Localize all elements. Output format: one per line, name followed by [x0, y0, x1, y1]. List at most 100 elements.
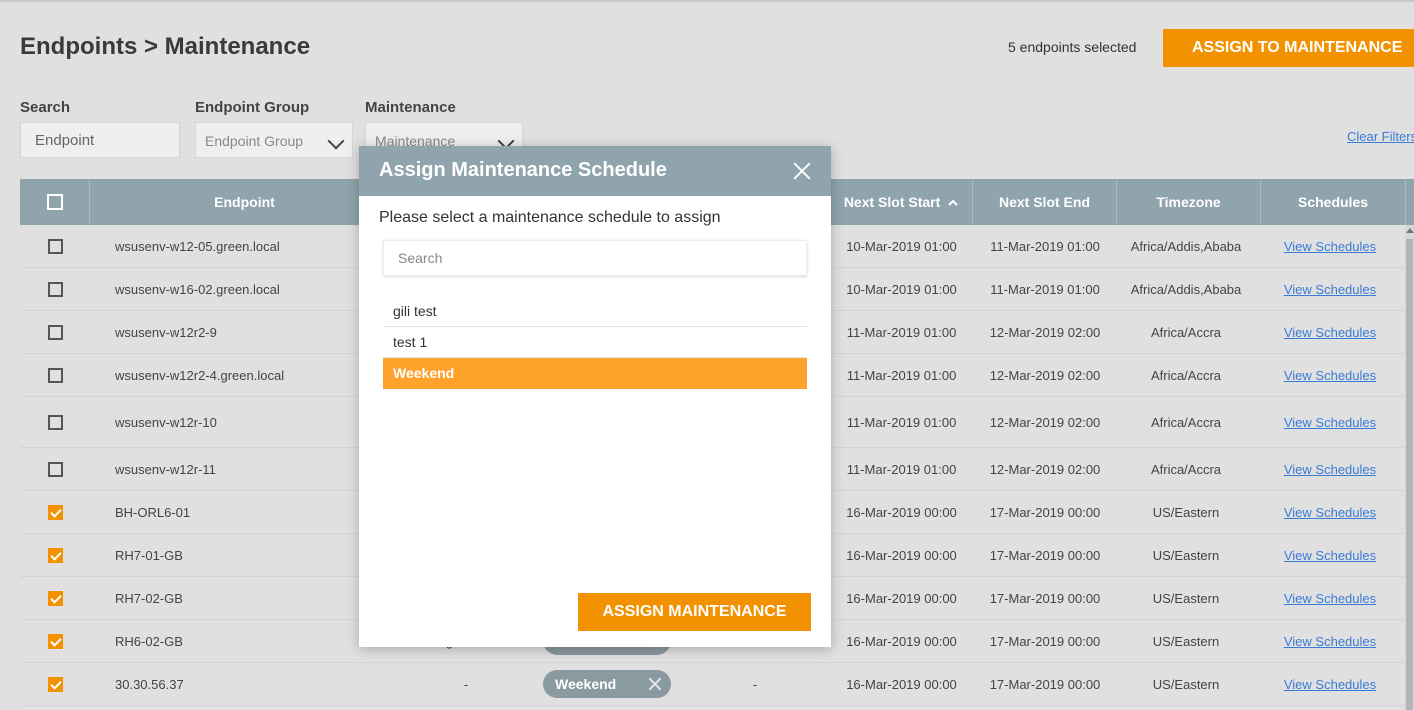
row-checkbox[interactable] [48, 239, 63, 254]
endpoint-group-select-value: Endpoint Group [205, 133, 304, 149]
schedule-list-item[interactable]: gili test [383, 296, 807, 327]
column-header-next-slot-start-label: Next Slot Start [843, 194, 941, 210]
view-schedules-link[interactable]: View Schedules [1284, 591, 1376, 606]
view-schedules-link[interactable]: View Schedules [1284, 677, 1376, 692]
row-checkbox[interactable] [48, 415, 63, 430]
endpoint-name: wsusenv-w16-02.green.local [115, 281, 280, 297]
schedule-list: gili test test 1 Weekend [383, 296, 807, 389]
endpoint-name: RH7-01-GB [115, 547, 183, 563]
next-slot-end: 17-Mar-2019 00:00 [989, 504, 1101, 520]
endpoint-name: wsusenv-w12-05.green.local [115, 238, 280, 254]
view-schedules-link[interactable]: View Schedules [1284, 505, 1376, 520]
row-checkbox[interactable] [48, 634, 63, 649]
clear-filters-link[interactable]: Clear Filters [1347, 129, 1414, 144]
view-schedules-link[interactable]: View Schedules [1284, 239, 1376, 254]
scroll-up-arrow-icon[interactable] [1406, 228, 1414, 233]
timezone: US/Eastern [1152, 590, 1220, 606]
close-icon[interactable] [791, 160, 813, 182]
next-slot-start: 11-Mar-2019 01:00 [846, 324, 957, 340]
next-slot-start: 11-Mar-2019 01:00 [846, 461, 957, 477]
next-slot-start: 16-Mar-2019 00:00 [846, 633, 957, 649]
endpoint-name: 30.30.56.37 [115, 676, 184, 692]
row-checkbox[interactable] [48, 677, 63, 692]
maintenance-tag-label: Weekend [555, 676, 617, 692]
page-title: Endpoints > Maintenance [20, 33, 311, 60]
next-slot-end: 17-Mar-2019 00:00 [989, 547, 1101, 563]
column-header-timezone[interactable]: Timezone [1117, 179, 1261, 225]
row-checkbox[interactable] [48, 548, 63, 563]
next-slot-start: 16-Mar-2019 00:00 [846, 676, 957, 692]
header-checkbox-cell [20, 179, 90, 225]
next-slot-end: 11-Mar-2019 01:00 [990, 238, 1100, 254]
view-schedules-link[interactable]: View Schedules [1284, 325, 1376, 340]
endpoint-group-filter-label: Endpoint Group [195, 99, 310, 116]
next-slot-start: 11-Mar-2019 01:00 [846, 367, 957, 383]
endpoint-name: BH-ORL6-01 [115, 504, 191, 520]
schedule-list-item[interactable]: Weekend [383, 358, 807, 389]
row-checkbox[interactable] [48, 462, 63, 477]
assign-maintenance-button[interactable]: ASSIGN MAINTENANCE [578, 593, 811, 631]
row-checkbox[interactable] [48, 325, 63, 340]
view-schedules-link[interactable]: View Schedules [1284, 368, 1376, 383]
remove-tag-icon[interactable] [647, 676, 663, 692]
chevron-up-icon [948, 199, 958, 206]
next-slot-start: 10-Mar-2019 01:00 [846, 281, 957, 297]
view-schedules-link[interactable]: View Schedules [1284, 462, 1376, 477]
next-slot-end: 12-Mar-2019 02:00 [989, 461, 1101, 477]
column-header-next-slot-start[interactable]: Next Slot Start [830, 179, 973, 225]
endpoint-name: RH6-02-GB [115, 633, 183, 649]
view-schedules-link[interactable]: View Schedules [1284, 282, 1376, 297]
search-filter-label: Search [20, 99, 71, 116]
next-slot-end: 12-Mar-2019 02:00 [989, 367, 1101, 383]
maintenance-extra-value: - [752, 676, 758, 692]
next-slot-start: 16-Mar-2019 00:00 [846, 590, 957, 606]
column-header-endpoint[interactable]: Endpoint [90, 179, 400, 225]
assign-to-maintenance-button[interactable]: ASSIGN TO MAINTENANCE [1163, 29, 1414, 67]
timezone: Africa/Accra [1150, 324, 1222, 340]
maintenance-tag: Weekend [543, 670, 671, 698]
table-scrollbar[interactable] [1405, 225, 1414, 710]
next-slot-end: 12-Mar-2019 02:00 [989, 324, 1101, 340]
assign-maintenance-dialog: Assign Maintenance Schedule Please selec… [359, 146, 831, 647]
endpoint-search-value: Endpoint [35, 132, 95, 149]
selected-count-label: 5 endpoints selected [1008, 39, 1137, 55]
endpoint-name: wsusenv-w12r2-9 [115, 324, 217, 340]
schedule-search-input[interactable] [383, 240, 807, 276]
next-slot-start: 10-Mar-2019 01:00 [846, 238, 957, 254]
next-slot-end: 12-Mar-2019 02:00 [989, 414, 1101, 430]
timezone: Africa/Accra [1150, 461, 1222, 477]
view-schedules-link[interactable]: View Schedules [1284, 415, 1376, 430]
dialog-prompt: Please select a maintenance schedule to … [379, 209, 721, 226]
timezone: US/Eastern [1152, 633, 1220, 649]
column-header-schedules[interactable]: Schedules [1261, 179, 1406, 225]
next-slot-start: 16-Mar-2019 00:00 [846, 504, 957, 520]
table-row[interactable]: 30.30.56.37 - Weekend - 16-Mar-2019 00:00 17-… [20, 663, 1405, 706]
endpoint-name: wsusenv-w12r2-4.green.local [115, 367, 285, 383]
timezone: Africa/Addis,Ababa [1130, 238, 1242, 254]
next-slot-end: 11-Mar-2019 01:00 [990, 281, 1100, 297]
timezone: US/Eastern [1152, 676, 1220, 692]
endpoint-search-input[interactable]: Endpoint [20, 122, 180, 158]
top-border [0, 0, 1414, 2]
row-checkbox[interactable] [48, 282, 63, 297]
schedule-list-item[interactable]: test 1 [383, 327, 807, 358]
dialog-header: Assign Maintenance Schedule [359, 146, 831, 196]
timezone: Africa/Accra [1150, 414, 1222, 430]
timezone: Africa/Addis,Ababa [1130, 281, 1242, 297]
view-schedules-link[interactable]: View Schedules [1284, 634, 1376, 649]
maintenance-filter-label: Maintenance [365, 99, 456, 116]
row-checkbox[interactable] [48, 505, 63, 520]
endpoint-group-select[interactable]: Endpoint Group [195, 122, 353, 158]
row-checkbox[interactable] [48, 368, 63, 383]
endpoint-name: wsusenv-w12r-11 [115, 461, 216, 477]
next-slot-start: 11-Mar-2019 01:00 [846, 414, 957, 430]
view-schedules-link[interactable]: View Schedules [1284, 548, 1376, 563]
endpoint-name: wsusenv-w12r-10 [115, 414, 217, 430]
next-slot-end: 17-Mar-2019 00:00 [989, 633, 1101, 649]
timezone: Africa/Accra [1150, 367, 1222, 383]
select-all-checkbox[interactable] [47, 194, 63, 210]
row-checkbox[interactable] [48, 591, 63, 606]
dialog-title: Assign Maintenance Schedule [379, 159, 667, 181]
scrollbar-thumb[interactable] [1406, 239, 1413, 710]
column-header-next-slot-end[interactable]: Next Slot End [973, 179, 1117, 225]
